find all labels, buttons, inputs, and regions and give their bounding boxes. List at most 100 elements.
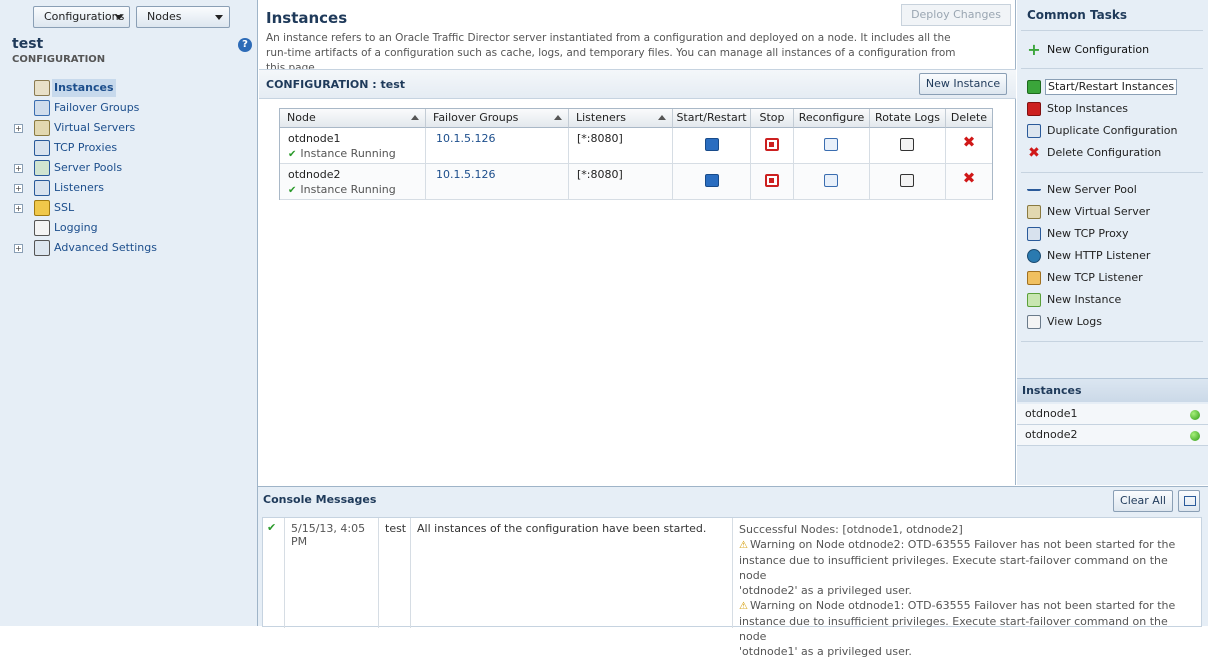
warning-text: instance due to insufficient privileges.…: [739, 615, 1168, 643]
instance-status-row[interactable]: otdnode1: [1017, 404, 1208, 425]
instances-icon: [34, 80, 50, 96]
rotate-logs-icon[interactable]: [900, 138, 914, 151]
start-restart-icon[interactable]: [705, 138, 719, 151]
lock-icon: [34, 200, 50, 216]
instances-panel-title: Instances: [1022, 384, 1082, 397]
instances-panel-header: Instances: [1017, 378, 1208, 402]
stop-icon[interactable]: [765, 174, 779, 187]
stop-icon[interactable]: [765, 138, 779, 151]
new-instance-button[interactable]: New Instance: [919, 73, 1007, 95]
instance-status: ✔ Instance Running: [288, 147, 396, 160]
listeners-cell: [*:8080]: [569, 128, 673, 164]
instances-table: Node Failover Groups Listeners Start/Res…: [279, 108, 993, 200]
tree-item-logging[interactable]: Logging: [14, 219, 244, 237]
warning-line: ⚠ Warning on Node otdnode2: OTD-63555 Fai…: [739, 537, 1195, 553]
tree-item-server-pools[interactable]: + Server Pools: [14, 159, 244, 177]
tree-item-label: Instances: [52, 79, 116, 97]
check-icon: ✔: [288, 185, 297, 196]
detach-icon[interactable]: [1178, 490, 1200, 512]
task-new-configuration[interactable]: + New Configuration: [1025, 41, 1205, 59]
task-new-server-pool[interactable]: New Server Pool: [1025, 181, 1205, 199]
task-new-http-listener[interactable]: New HTTP Listener: [1025, 247, 1205, 265]
rotate-logs-icon[interactable]: [900, 174, 914, 187]
expand-icon[interactable]: +: [14, 164, 23, 173]
task-new-tcp-listener[interactable]: New TCP Listener: [1025, 269, 1205, 287]
expand-icon[interactable]: +: [14, 124, 23, 133]
expand-icon[interactable]: +: [14, 204, 23, 213]
server-pool-icon: [1027, 183, 1041, 191]
expand-icon[interactable]: +: [14, 184, 23, 193]
task-new-instance[interactable]: New Instance: [1025, 291, 1205, 309]
column-label: Listeners: [576, 111, 626, 124]
task-label: Start/Restart Instances: [1045, 79, 1178, 95]
task-label: Stop Instances: [1047, 102, 1129, 115]
tree-item-listeners[interactable]: + Listeners: [14, 179, 244, 197]
tree-item-virtual-servers[interactable]: + Virtual Servers: [14, 119, 244, 137]
task-view-logs[interactable]: View Logs: [1025, 313, 1205, 331]
delete-icon[interactable]: ✖: [962, 135, 976, 150]
column-header-failover-groups[interactable]: Failover Groups: [426, 109, 569, 128]
status-text: Instance Running: [300, 147, 396, 160]
task-label: New Server Pool: [1047, 183, 1137, 196]
console-title: Console Messages: [263, 493, 377, 506]
server-pool-icon: [34, 160, 50, 176]
help-icon[interactable]: ?: [238, 38, 252, 52]
task-duplicate-configuration[interactable]: Duplicate Configuration: [1025, 122, 1205, 140]
warning-text: instance due to insufficient privileges.…: [739, 554, 1168, 582]
warning-text: 'otdnode1' as a privileged user.: [739, 645, 912, 658]
http-listener-icon: [1027, 249, 1041, 263]
sort-icon[interactable]: [411, 115, 419, 120]
task-delete-configuration[interactable]: ✖ Delete Configuration: [1025, 144, 1205, 162]
configurations-label: Configurations: [44, 10, 125, 23]
listeners-cell: [*:8080]: [569, 164, 673, 200]
tree-item-label: Server Pools: [54, 161, 123, 174]
task-label: New TCP Proxy: [1047, 227, 1129, 240]
tree-item-tcp-proxies[interactable]: TCP Proxies: [14, 139, 244, 157]
table-row: otdnode1 ✔ Instance Running 10.1.5.126 [*…: [280, 128, 992, 164]
message-status-cell: ✔: [263, 518, 285, 628]
tree-item-failover-groups[interactable]: Failover Groups: [14, 99, 244, 117]
task-new-tcp-proxy[interactable]: New TCP Proxy: [1025, 225, 1205, 243]
log-icon: [1027, 315, 1041, 329]
task-stop-instances[interactable]: Stop Instances: [1025, 100, 1205, 118]
tree-item-ssl[interactable]: + SSL: [14, 199, 244, 217]
instance-name: otdnode1: [1025, 407, 1078, 420]
instance-status-row[interactable]: otdnode2: [1017, 425, 1208, 446]
task-label: View Logs: [1047, 315, 1102, 328]
task-new-virtual-server[interactable]: New Virtual Server: [1025, 203, 1205, 221]
expand-icon[interactable]: +: [14, 244, 23, 253]
failover-group-link[interactable]: 10.1.5.126: [436, 168, 495, 181]
delete-cell: ✖: [946, 128, 992, 164]
success-check-icon: ✔: [267, 521, 277, 534]
task-start-restart-instances[interactable]: Start/Restart Instances: [1025, 78, 1205, 96]
start-restart-icon[interactable]: [705, 174, 719, 187]
divider: [1021, 30, 1203, 31]
task-label: New TCP Listener: [1047, 271, 1143, 284]
config-header-bar: CONFIGURATION : test New Instance: [259, 69, 1016, 99]
tree-item-label: Listeners: [54, 181, 104, 194]
new-instance-icon: [1027, 293, 1041, 307]
console-panel: Console Messages Clear All ✔ 5/15/13, 4:…: [258, 486, 1208, 658]
sort-icon[interactable]: [554, 115, 562, 120]
sort-icon[interactable]: [658, 115, 666, 120]
start-cell: [673, 128, 751, 164]
listener-value: [*:8080]: [577, 168, 623, 181]
tree-item-instances[interactable]: Instances: [14, 79, 244, 97]
deploy-changes-button[interactable]: Deploy Changes: [901, 4, 1011, 26]
column-header-listeners[interactable]: Listeners: [569, 109, 673, 128]
column-header-node[interactable]: Node: [280, 109, 426, 128]
config-name: test: [12, 36, 44, 52]
tree-item-label: Virtual Servers: [54, 121, 136, 134]
console-message-list: ✔ 5/15/13, 4:05 PM test All instances of…: [262, 517, 1202, 658]
main-content: Instances Deploy Changes An instance ref…: [259, 0, 1016, 485]
instance-name: otdnode2: [1025, 428, 1078, 441]
delete-icon[interactable]: ✖: [962, 171, 976, 186]
status-running-icon: [1190, 431, 1200, 441]
reconfigure-icon[interactable]: [824, 138, 838, 151]
reconfigure-icon[interactable]: [824, 174, 838, 187]
configurations-dropdown[interactable]: Configurations: [33, 6, 130, 28]
clear-all-button[interactable]: Clear All: [1113, 490, 1173, 512]
tree-item-advanced-settings[interactable]: + Advanced Settings: [14, 239, 244, 257]
nodes-dropdown[interactable]: Nodes: [136, 6, 230, 28]
failover-group-link[interactable]: 10.1.5.126: [436, 132, 495, 145]
